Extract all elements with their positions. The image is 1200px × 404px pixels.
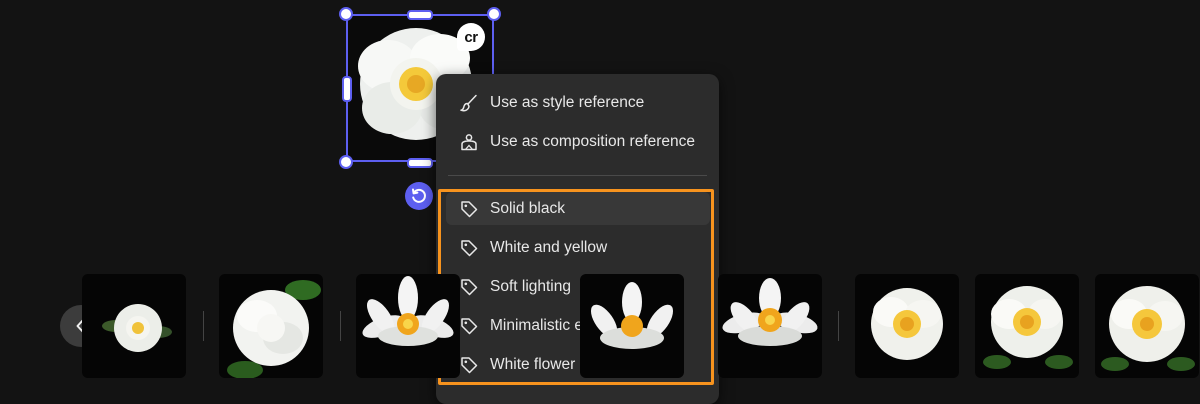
thumb-camellia-yellow-2[interactable] bbox=[975, 274, 1079, 378]
content-credentials-label: cr bbox=[464, 28, 478, 46]
resize-handle-top-left[interactable] bbox=[339, 7, 353, 21]
thumbnail-separator bbox=[838, 311, 839, 341]
resize-handle-top-right[interactable] bbox=[487, 7, 501, 21]
thumb-lotus-1[interactable] bbox=[356, 274, 460, 378]
thumb-lotus-2[interactable] bbox=[580, 274, 684, 378]
rotate-icon bbox=[410, 187, 428, 205]
thumb-lotus-3[interactable] bbox=[718, 274, 822, 378]
resize-handle-top[interactable] bbox=[407, 10, 433, 20]
brush-icon bbox=[458, 92, 480, 114]
rotate-button[interactable] bbox=[405, 182, 433, 210]
thumb-camellia-leaves[interactable] bbox=[219, 274, 323, 378]
thumbnail-separator bbox=[340, 311, 341, 341]
thumbnail-separator bbox=[203, 311, 204, 341]
resize-handle-left[interactable] bbox=[342, 76, 352, 102]
menu-item-composition-reference[interactable]: Use as composition reference bbox=[446, 125, 710, 158]
menu-item-label: Use as style reference bbox=[490, 93, 645, 111]
menu-item-label: Use as composition reference bbox=[490, 132, 696, 150]
resize-handle-bottom-left[interactable] bbox=[339, 155, 353, 169]
menu-item-style-reference[interactable]: Use as style reference bbox=[446, 86, 710, 119]
thumb-camellia-yellow-3[interactable] bbox=[1095, 274, 1199, 378]
menu-divider bbox=[448, 175, 707, 176]
thumb-camellia-small[interactable] bbox=[82, 274, 186, 378]
content-credentials-badge[interactable]: cr bbox=[457, 23, 485, 51]
composition-icon bbox=[458, 131, 480, 153]
thumb-camellia-yellow-1[interactable] bbox=[855, 274, 959, 378]
resize-handle-bottom[interactable] bbox=[407, 158, 433, 168]
